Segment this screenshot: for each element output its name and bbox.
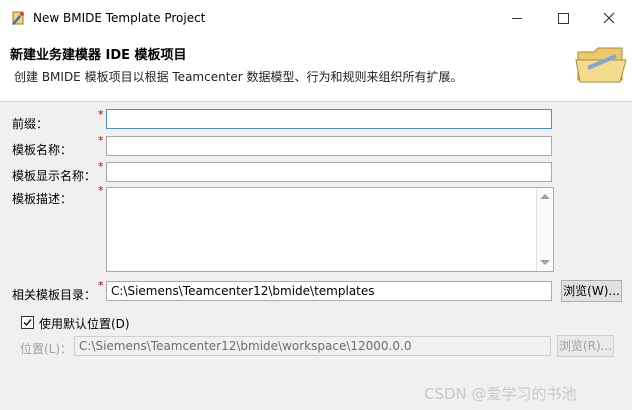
bmide-app-icon (12, 11, 24, 25)
location-input[interactable] (74, 336, 551, 356)
title-bar: New BMIDE Template Project (0, 0, 632, 36)
page-description: 创建 BMIDE 模板项目以根据 Teamcenter 数据模型、行为和规则来组… (14, 70, 463, 84)
browse-button[interactable]: 浏览(W)... (561, 280, 622, 302)
template-dir-label: 相关模板目录： (12, 288, 97, 302)
display-name-label: 模板显示名称： (12, 169, 97, 183)
window-title: New BMIDE Template Project (33, 11, 206, 25)
folder-icon (575, 47, 627, 83)
location-label: 位置(L)： (20, 342, 73, 356)
prefix-label: 前缀： (12, 117, 49, 131)
description-textarea[interactable] (106, 187, 554, 272)
required-marker: * (98, 108, 104, 121)
description-scrollbar[interactable] (536, 188, 553, 271)
wizard-banner: 新建业务建模器 IDE 模板项目 创建 BMIDE 模板项目以根据 Teamce… (0, 36, 632, 102)
scroll-up-icon[interactable] (540, 194, 550, 199)
use-default-checkbox[interactable] (21, 316, 34, 329)
required-marker: * (98, 279, 104, 292)
checkmark-icon (23, 319, 32, 327)
watermark: CSDN @爱学习的书池 (424, 385, 577, 403)
scroll-down-icon[interactable] (540, 260, 550, 265)
maximize-button[interactable] (540, 0, 586, 36)
template-dir-input[interactable] (106, 281, 552, 301)
minimize-button[interactable] (494, 0, 540, 36)
page-title: 新建业务建模器 IDE 模板项目 (10, 48, 187, 63)
required-marker: * (98, 184, 104, 197)
close-button[interactable] (586, 0, 632, 36)
required-marker: * (98, 134, 104, 147)
template-name-input[interactable] (106, 136, 552, 156)
location-browse-button[interactable]: 浏览(R)... (557, 335, 614, 357)
minimize-icon (512, 18, 522, 19)
use-default-label[interactable]: 使用默认位置(D) (39, 315, 130, 332)
description-label: 模板描述： (12, 192, 73, 206)
prefix-input[interactable] (106, 109, 552, 129)
template-name-label: 模板名称： (12, 143, 73, 157)
required-marker: * (98, 160, 104, 173)
close-icon (603, 12, 615, 24)
display-name-input[interactable] (106, 162, 552, 182)
maximize-icon (558, 13, 569, 24)
